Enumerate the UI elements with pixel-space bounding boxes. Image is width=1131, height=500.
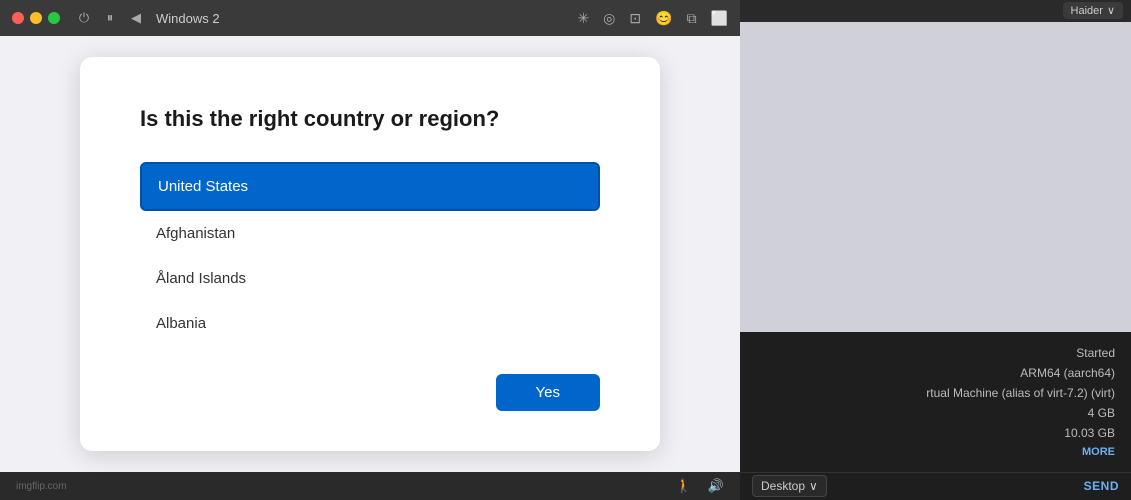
dialog-question: Is this the right country or region? [140,105,600,134]
window-title: Windows 2 [156,11,220,26]
country-name-ax: Åland Islands [156,270,246,287]
ram-value: 4 GB [1088,406,1115,420]
country-item-al[interactable]: Albania [140,301,600,346]
titlebar-controls: ⏻ ⏸ ◀ [76,10,144,26]
country-item-af[interactable]: Afghanistan [140,211,600,256]
sound-icon: 🔊 [708,478,724,494]
watermark: imgflip.com [16,481,67,492]
country-name-al: Albania [156,315,206,332]
vm-content: Is this the right country or region? Uni… [0,36,740,472]
yes-button[interactable]: Yes [496,374,600,411]
arch-value: ARM64 (aarch64) [1020,366,1115,380]
top-right-header: Haider ∨ [740,0,1131,22]
info-row-more: MORE [756,444,1115,460]
traffic-lights [12,12,60,24]
storage-value: 10.03 GB [1064,426,1115,440]
window-icon[interactable]: ⬜ [711,10,728,27]
titlebar: ⏻ ⏸ ◀ Windows 2 ✳ ◎ ⊡ 😊 ⧉ ⬜ [0,0,740,36]
sparkle-icon[interactable]: ✳ [577,10,589,27]
folder-label: Haider [1071,5,1103,17]
country-name-us: United States [158,178,248,195]
info-row-status: Started [756,344,1115,362]
info-panel: Started ARM64 (aarch64) rtual Machine (a… [740,332,1131,472]
emoji-icon[interactable]: 😊 [655,10,672,27]
vm-bottombar: imgflip.com 🚶 🔊 [0,472,740,500]
info-row-storage: 10.03 GB [756,424,1115,442]
dropdown-chevron-icon: ∨ [809,479,818,493]
dialog-footer: Yes [140,374,600,411]
person-icon: 🚶 [676,478,692,494]
country-name-af: Afghanistan [156,225,235,242]
setup-dialog: Is this the right country or region? Uni… [80,57,660,451]
info-row-machine: rtual Machine (alias of virt-7.2) (virt) [756,384,1115,402]
status-value: Started [1076,346,1115,360]
country-list: United States Afghanistan Åland Islands … [140,162,600,346]
country-item-us[interactable]: United States [140,162,600,211]
minimize-button[interactable] [30,12,42,24]
send-button[interactable]: SEND [1084,479,1119,493]
desktop-dropdown[interactable]: Desktop ∨ [752,475,827,497]
info-row-arch: ARM64 (aarch64) [756,364,1115,382]
info-row-ram: 4 GB [756,404,1115,422]
country-item-ax[interactable]: Åland Islands [140,256,600,301]
titlebar-right-icons: ✳ ◎ ⊡ 😊 ⧉ ⬜ [577,10,728,27]
copy-icon[interactable]: ⊡ [629,10,641,27]
pause-icon[interactable]: ⏸ [102,10,118,26]
desktop-label: Desktop [761,479,805,493]
back-icon[interactable]: ◀ [128,10,144,26]
vm-bottom-icons: 🚶 🔊 [676,478,724,494]
more-button[interactable]: MORE [1082,446,1115,458]
folder-dropdown[interactable]: Haider ∨ [1063,2,1123,19]
vm-panel: ⏻ ⏸ ◀ Windows 2 ✳ ◎ ⊡ 😊 ⧉ ⬜ Is this the … [0,0,740,500]
record-icon[interactable]: ◎ [603,10,615,27]
chevron-down-icon: ∨ [1107,4,1115,17]
share-icon[interactable]: ⧉ [687,10,697,27]
right-panel: Haider ∨ Started ARM64 (aarch64) rtual M… [740,0,1131,500]
machine-value: rtual Machine (alias of virt-7.2) (virt) [926,386,1115,400]
power-icon[interactable]: ⏻ [76,10,92,26]
panel-footer: Desktop ∨ SEND [740,472,1131,500]
preview-area [740,22,1131,332]
close-button[interactable] [12,12,24,24]
maximize-button[interactable] [48,12,60,24]
